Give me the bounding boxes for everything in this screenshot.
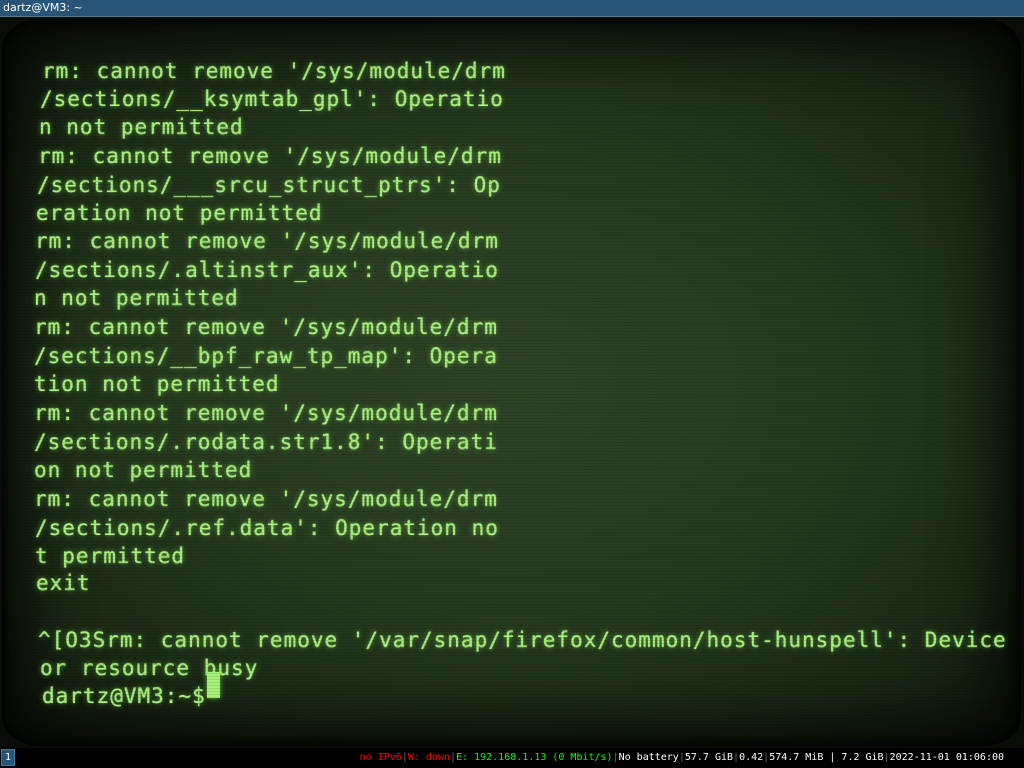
ethernet-status: E: 192.168.1.13 (0 Mbit/s) [456,752,613,763]
terminal-line: n not permitted [34,286,239,310]
crt-screen[interactable]: rm: cannot remove '/sys/module/drm /sect… [2,19,1021,746]
terminal-cursor [207,672,220,698]
terminal-line: rm: cannot remove '/sys/module/drm [34,401,498,425]
wireless-status: W: down [407,752,450,763]
terminal-window[interactable]: rm: cannot remove '/sys/module/drm /sect… [0,17,1024,748]
terminal-line: /sections/.ref.data': Operation no [35,516,499,540]
terminal-line: rm: cannot remove '/sys/module/drm [35,229,499,253]
load-status: 0.42 [739,752,764,763]
terminal-line: /sections/__bpf_raw_tp_map': Opera [34,344,498,368]
terminal-line: /sections/.rodata.str1.8': Operati [34,430,498,454]
status-bar: 1 no IPv6|W: down|E: 192.168.1.13 (0 Mbi… [0,748,1024,768]
terminal-line: exit [36,571,91,595]
terminal-line: or resource busy [40,656,259,680]
shell-prompt: dartz@VM3:~$ [42,684,220,708]
terminal-line: n not permitted [39,115,244,139]
terminal-line: ^[O3Srm: cannot remove '/var/snap/firefo… [38,628,1007,652]
datetime-status: 2022-11-01 01:06:00 [889,752,1004,763]
terminal-line: /sections/___srcu_struct_ptrs': Op [37,173,501,197]
terminal-line: tion not permitted [34,372,280,396]
ipv6-status: no IPv6 [359,752,402,763]
window-title[interactable]: dartz@VM3: ~ [0,0,1024,17]
terminal-line: eration not permitted [36,201,323,225]
terminal-line: rm: cannot remove '/sys/module/drm [42,59,506,83]
terminal-line: t permitted [35,544,186,568]
terminal-line: /sections/__ksymtab_gpl': Operatio [40,87,504,111]
terminal-line: on not permitted [34,458,253,482]
terminal-line: rm: cannot remove '/sys/module/drm [38,144,502,168]
terminal-line: /sections/.altinstr_aux': Operatio [35,258,499,282]
terminal-line: rm: cannot remove '/sys/module/drm [34,487,498,511]
terminal-line: rm: cannot remove '/sys/module/drm [34,315,498,339]
battery-status: No battery [618,752,679,763]
status-items: no IPv6|W: down|E: 192.168.1.13 (0 Mbit/… [360,748,1004,768]
memory-status: 574.7 MiB | 7.2 GiB [769,752,884,763]
workspace-button[interactable]: 1 [1,749,15,766]
disk-status: 57.7 GiB [684,752,734,763]
